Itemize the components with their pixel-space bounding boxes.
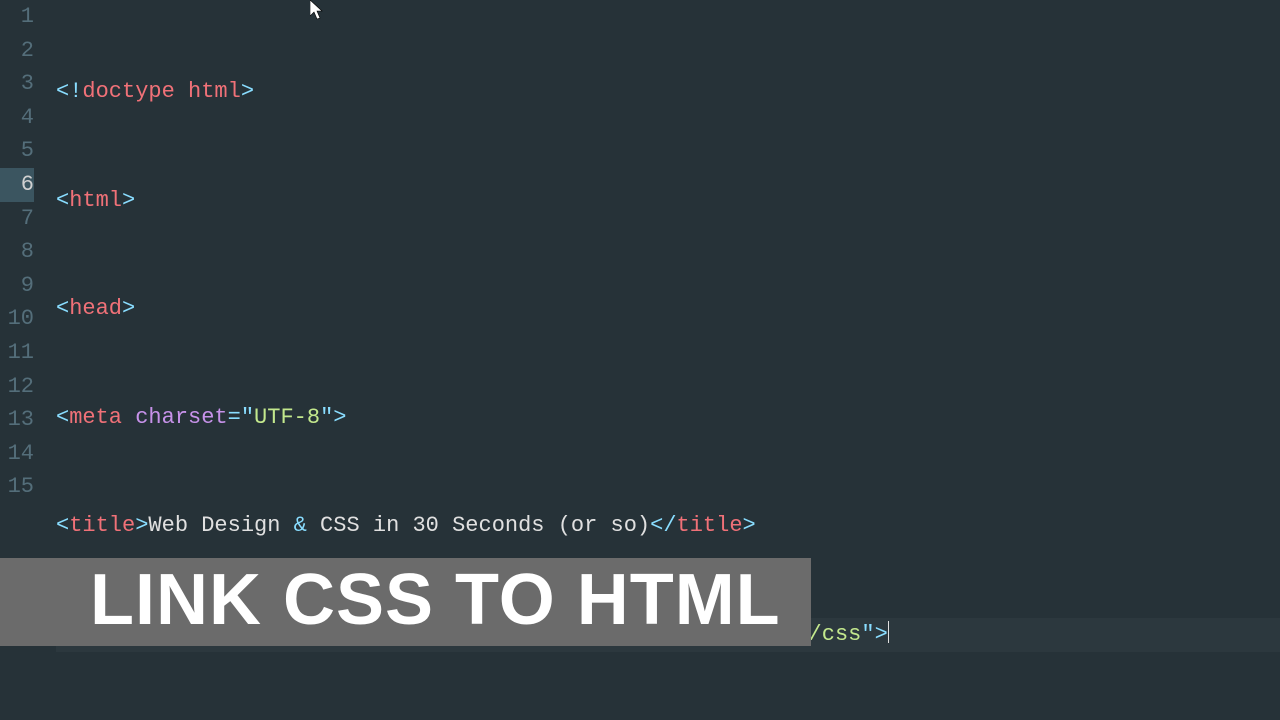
line-number: 15	[0, 470, 34, 504]
line-number: 13	[0, 403, 34, 437]
line-number: 2	[0, 34, 34, 68]
line-number: 7	[0, 202, 34, 236]
banner-text: LINK CSS TO HTML	[90, 560, 781, 640]
text-cursor	[888, 621, 889, 643]
line-number-active: 6	[0, 168, 34, 202]
code-line[interactable]: <meta charset="UTF-8">	[56, 401, 1280, 435]
line-number: 10	[0, 302, 34, 336]
line-number: 12	[0, 370, 34, 404]
title-banner: LINK CSS TO HTML	[0, 558, 811, 646]
line-number: 9	[0, 269, 34, 303]
code-line[interactable]: <title>Web Design & CSS in 30 Seconds (o…	[56, 509, 1280, 543]
line-number: 1	[0, 0, 34, 34]
line-number: 5	[0, 134, 34, 168]
code-line[interactable]: <html>	[56, 184, 1280, 218]
code-line[interactable]: <head>	[56, 292, 1280, 326]
line-number: 14	[0, 437, 34, 471]
line-number: 8	[0, 235, 34, 269]
line-number: 3	[0, 67, 34, 101]
code-editor[interactable]: 1 2 3 4 5 6 7 8 9 10 11 12 13 14 15 <!do…	[0, 0, 1280, 720]
line-number: 4	[0, 101, 34, 135]
code-line[interactable]: <!doctype html>	[56, 75, 1280, 109]
line-number: 11	[0, 336, 34, 370]
